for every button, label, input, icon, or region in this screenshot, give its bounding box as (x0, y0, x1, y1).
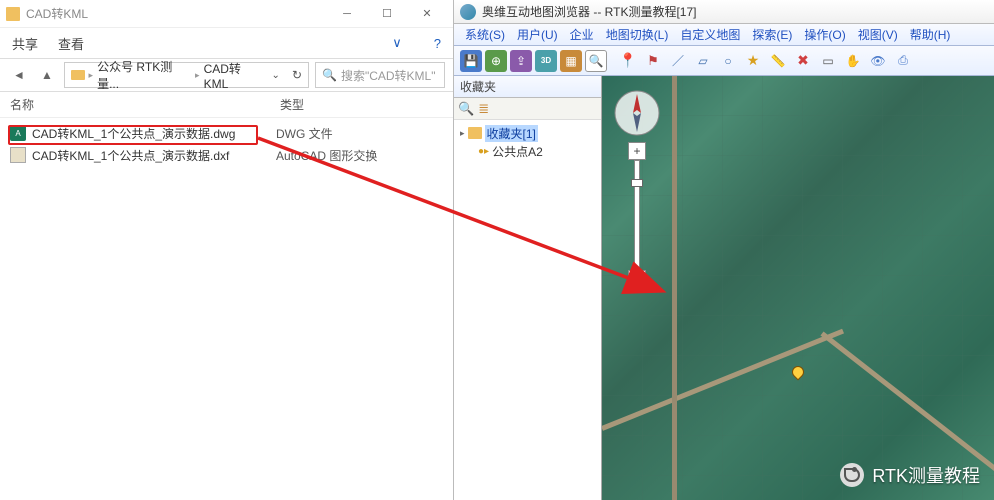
nav-back-button[interactable]: ◄ (8, 64, 30, 86)
menu-enterprise[interactable]: 企业 (565, 26, 599, 43)
chevron-icon: ▸ (89, 70, 94, 81)
folder-tree-icon[interactable]: ≣ (478, 101, 489, 117)
app-icon (460, 4, 476, 20)
road-feature (672, 76, 677, 500)
search-icon: 🔍 (322, 68, 337, 82)
map-canvas[interactable]: + − (602, 76, 994, 500)
map-app-window: 奥维互动地图浏览器 -- RTK测量教程[17] 系统(S) 用户(U) 企业 … (454, 0, 994, 500)
tree-label: 公共点A2 (492, 143, 543, 160)
app-titlebar: 奥维互动地图浏览器 -- RTK测量教程[17] (454, 0, 994, 24)
3d-toggle[interactable]: 3D (535, 50, 557, 72)
zoom-thumb[interactable] (631, 179, 643, 187)
menu-help[interactable]: 帮助(H) (905, 26, 956, 43)
dwg-file-icon: A (10, 125, 26, 141)
tree-label: 收藏夹[1] (485, 125, 538, 142)
menubar: 系统(S) 用户(U) 企业 地图切换(L) 自定义地图 探索(E) 操作(O)… (454, 24, 994, 46)
close-button[interactable]: ✕ (407, 1, 447, 27)
search-placeholder: 搜索"CAD转KML" (341, 67, 436, 84)
folder-icon (468, 127, 482, 139)
map-pin-marker[interactable] (792, 366, 802, 380)
line-tool-icon[interactable]: ／ (667, 50, 689, 72)
maximize-button[interactable]: ☐ (367, 1, 407, 27)
menu-explore[interactable]: 探索(E) (747, 26, 797, 43)
file-list: A CAD转KML_1个公共点_演示数据.dwg DWG 文件 CAD转KML_… (0, 118, 453, 500)
wechat-icon (840, 463, 864, 487)
export-icon[interactable]: ⇪ (510, 50, 532, 72)
explorer-titlebar: CAD转KML ─ ☐ ✕ (0, 0, 453, 28)
column-name[interactable]: 名称 (10, 96, 280, 113)
list-item[interactable]: CAD转KML_1个公共点_演示数据.dxf AutoCAD 图形交换 (10, 144, 443, 166)
file-name: CAD转KML_1个公共点_演示数据.dxf (32, 147, 276, 164)
menu-system[interactable]: 系统(S) (460, 26, 510, 43)
tab-view[interactable]: 查看 (58, 34, 84, 53)
menu-user[interactable]: 用户(U) (512, 26, 563, 43)
zoom-in-button[interactable]: + (628, 142, 646, 160)
delete-icon[interactable]: ✖ (792, 50, 814, 72)
nav-up-button[interactable]: ▲ (36, 64, 58, 86)
menu-map-switch[interactable]: 地图切换(L) (601, 26, 674, 43)
point-icon: ●▸ (478, 146, 489, 157)
flag-icon[interactable]: ⚑ (642, 50, 664, 72)
file-explorer-window: CAD转KML ─ ☐ ✕ 共享 查看 ∨ ? ◄ ▲ ▸ 公众号 RTK测量.… (0, 0, 454, 500)
zoom-out-button[interactable]: − (628, 270, 646, 288)
add-icon[interactable]: ⊕ (485, 50, 507, 72)
tree-item-root[interactable]: ▸ 收藏夹[1] (460, 124, 595, 142)
map-body: 收藏夹 🔍 ≣ ▸ 收藏夹[1] ●▸ 公共点A2 (454, 76, 994, 500)
hand-tool-icon[interactable]: ✋ (842, 50, 864, 72)
expand-icon[interactable]: ▸ (460, 128, 465, 139)
chevron-down-icon[interactable]: ∨ (392, 35, 402, 51)
watermark-text: RTK测量教程 (872, 462, 980, 488)
explorer-ribbon-tabs: 共享 查看 ∨ ? (0, 28, 453, 58)
side-panel: 收藏夹 🔍 ≣ ▸ 收藏夹[1] ●▸ 公共点A2 (454, 76, 602, 500)
find-icon[interactable]: 🔍 (458, 101, 474, 117)
toolbar: 💾 ⊕ ⇪ 3D ▦ 🔍 📍 ⚑ ／ ▱ ○ ★ 📏 ✖ ▭ ✋ 👁 ⎙ (454, 46, 994, 76)
circle-tool-icon[interactable]: ○ (717, 50, 739, 72)
column-type[interactable]: 类型 (280, 96, 304, 113)
breadcrumb-seg2[interactable]: CAD转KML (204, 60, 264, 91)
chevron-down-icon[interactable]: ⌄ (272, 70, 280, 81)
chevron-icon: ▸ (195, 70, 200, 81)
menu-view[interactable]: 视图(V) (853, 26, 903, 43)
panel-toolbar: 🔍 ≣ (454, 98, 601, 120)
marker-icon[interactable]: ★ (742, 50, 764, 72)
column-headers: 名称 类型 (0, 92, 453, 118)
zoom-slider[interactable] (634, 160, 640, 270)
watermark: RTK测量教程 (840, 462, 980, 488)
tree-item-child[interactable]: ●▸ 公共点A2 (460, 142, 595, 160)
minimize-button[interactable]: ─ (327, 1, 367, 27)
screenshot-icon[interactable]: ⎙ (892, 50, 914, 72)
search-icon[interactable]: 🔍 (585, 50, 607, 72)
list-item[interactable]: A CAD转KML_1个公共点_演示数据.dwg DWG 文件 (10, 122, 443, 144)
window-title: CAD转KML (26, 5, 88, 22)
breadcrumb-seg1[interactable]: 公众号 RTK测量... (97, 58, 191, 92)
save-icon[interactable]: 💾 (460, 50, 482, 72)
file-type: AutoCAD 图形交换 (276, 147, 377, 164)
tab-share[interactable]: 共享 (12, 34, 38, 53)
folder-icon (6, 7, 20, 21)
menu-operate[interactable]: 操作(O) (799, 26, 850, 43)
app-title: 奥维互动地图浏览器 -- RTK测量教程[17] (482, 3, 696, 20)
search-input[interactable]: 🔍 搜索"CAD转KML" (315, 62, 445, 88)
pin-icon[interactable]: 📍 (617, 50, 639, 72)
ruler-icon[interactable]: 📏 (767, 50, 789, 72)
panel-title: 收藏夹 (454, 76, 601, 98)
zoom-control: + − (612, 88, 662, 288)
help-icon[interactable]: ? (434, 36, 441, 51)
breadcrumb[interactable]: ▸ 公众号 RTK测量... ▸ CAD转KML ⌄ ↻ (64, 62, 309, 88)
polygon-tool-icon[interactable]: ▱ (692, 50, 714, 72)
select-tool-icon[interactable]: ▭ (817, 50, 839, 72)
refresh-icon[interactable]: ↻ (292, 68, 302, 82)
file-type: DWG 文件 (276, 125, 333, 142)
explorer-navbar: ◄ ▲ ▸ 公众号 RTK测量... ▸ CAD转KML ⌄ ↻ 🔍 搜索"CA… (0, 58, 453, 92)
tree-view: ▸ 收藏夹[1] ●▸ 公共点A2 (454, 120, 601, 164)
eye-icon[interactable]: 👁 (867, 50, 889, 72)
drive-icon (71, 70, 85, 80)
compass-icon[interactable] (612, 88, 662, 138)
file-name: CAD转KML_1个公共点_演示数据.dwg (32, 125, 276, 142)
menu-custom-map[interactable]: 自定义地图 (675, 26, 745, 43)
layers-icon[interactable]: ▦ (560, 50, 582, 72)
dxf-file-icon (10, 147, 26, 163)
